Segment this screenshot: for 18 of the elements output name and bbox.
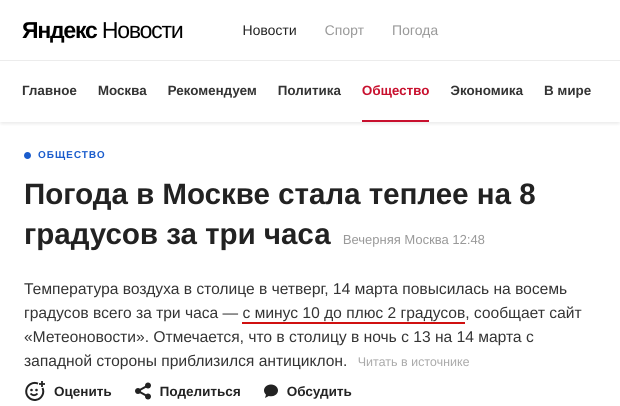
section-tab[interactable]: Политика: [278, 61, 341, 122]
article-text: Температура воздуха в столице в четверг, 14 марта повысилась на восемь градусов всего за три часа — с минус 10 до плюс 2 градусов, сообщает сайт «Метеоновости». Отмечается, что в столицу в ночь с 13 на 14 марта с западной стороны приблизился антициклон. Читать в источнике: [24, 280, 583, 372]
rubric-label[interactable]: ОБЩЕСТВО: [38, 150, 106, 161]
section-tab[interactable]: Общество: [362, 61, 430, 122]
section-tab[interactable]: Главное: [22, 61, 77, 122]
chat-bubble-icon: [262, 383, 279, 399]
section-tab[interactable]: Рекомендуем: [168, 61, 257, 122]
share-icon: [134, 382, 152, 400]
rate-button[interactable]: Оценить: [24, 380, 112, 402]
top-nav-link[interactable]: Новости: [242, 22, 297, 38]
discuss-button[interactable]: Обсудить: [262, 380, 352, 402]
smiley-plus-icon: [24, 380, 46, 402]
section-tab[interactable]: Москва: [98, 61, 147, 122]
section-tab[interactable]: В мире: [544, 61, 592, 122]
section-tab[interactable]: Экономика: [450, 61, 524, 122]
headline: Погода в Москве стала теплее на 8 градусов за три часа Вечерняя Москва 12:48: [24, 177, 537, 253]
share-button[interactable]: Поделиться: [134, 380, 241, 402]
site-logo[interactable]: Яндекс Новости: [22, 16, 182, 44]
